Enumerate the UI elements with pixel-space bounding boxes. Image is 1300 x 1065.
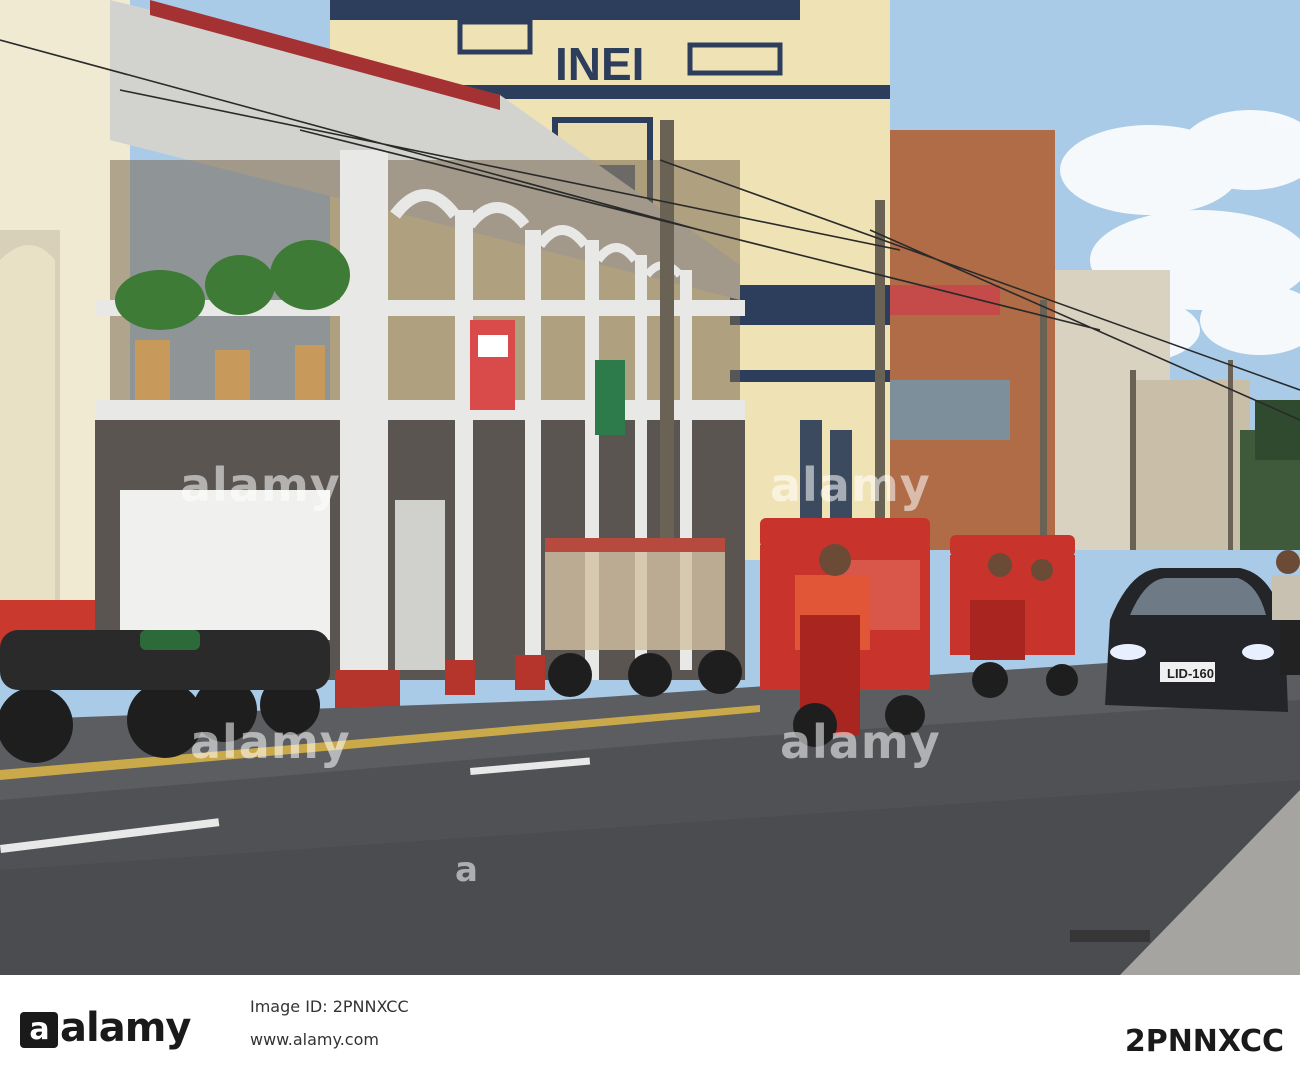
site-url[interactable]: www.alamy.com xyxy=(250,1030,379,1049)
street-photo: INEI LID-160 alamy alamy alamy alamy a xyxy=(0,0,1300,975)
black-car xyxy=(1105,568,1288,712)
street-scene: INEI LID-160 xyxy=(0,0,1300,975)
brand-name: alamy xyxy=(60,1005,191,1051)
brand-logo[interactable]: a alamy xyxy=(20,1005,191,1051)
parked-mototaxi xyxy=(545,538,742,697)
photo-frame: INEI LID-160 alamy alamy alamy alamy a a… xyxy=(0,0,1300,1065)
footer-bar xyxy=(0,975,1300,1065)
brick-building xyxy=(885,130,1055,550)
wooden-balcony xyxy=(890,380,1010,440)
license-plate: LID-160 xyxy=(1167,666,1214,681)
building-sign: INEI xyxy=(555,38,644,90)
logo-mark-icon: a xyxy=(20,1012,58,1048)
image-code: 2PNNXCC xyxy=(1124,1024,1284,1059)
image-id-line: Image ID: 2PNNXCC xyxy=(250,997,409,1016)
